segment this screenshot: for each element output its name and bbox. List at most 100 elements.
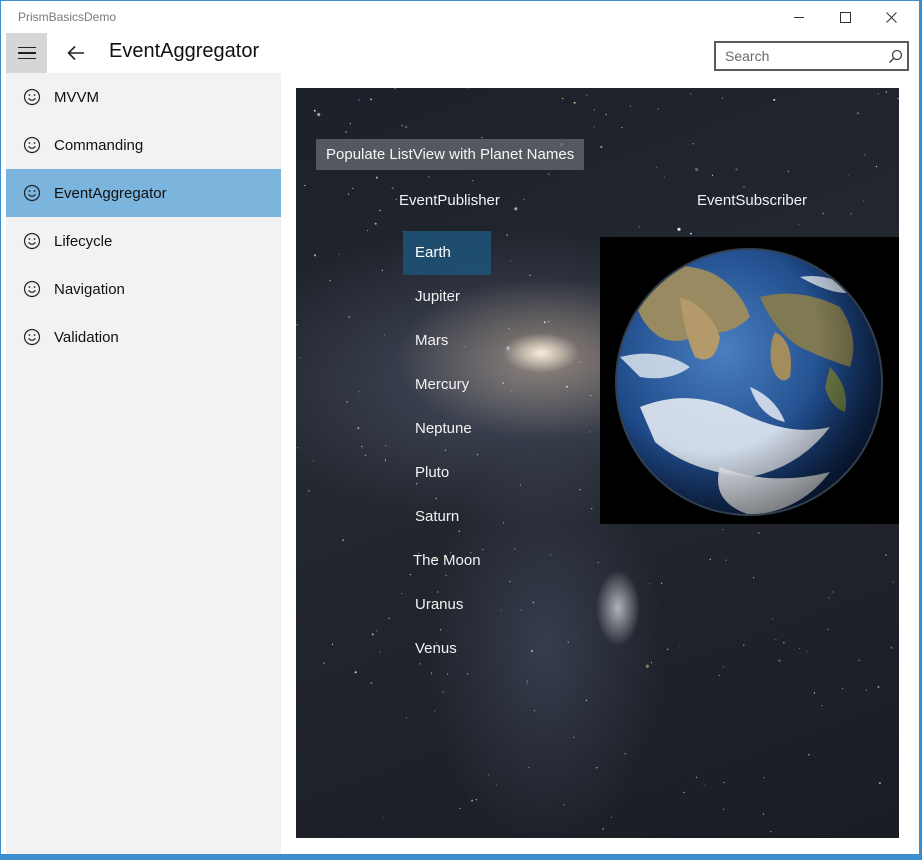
star xyxy=(600,145,603,148)
search-icon[interactable] xyxy=(888,49,903,64)
back-button[interactable] xyxy=(59,37,93,69)
star xyxy=(416,483,418,485)
star xyxy=(520,609,522,611)
star xyxy=(663,176,665,178)
star xyxy=(401,592,403,595)
star xyxy=(813,692,816,694)
star xyxy=(481,136,483,139)
star xyxy=(523,198,525,201)
star xyxy=(591,508,593,510)
star xyxy=(466,673,469,675)
star xyxy=(348,316,350,318)
star xyxy=(753,577,755,579)
star xyxy=(528,766,530,769)
sidebar-item-validation[interactable]: Validation xyxy=(6,313,281,361)
star xyxy=(297,447,299,449)
star xyxy=(529,274,531,276)
star xyxy=(466,88,468,89)
star xyxy=(864,154,866,156)
star xyxy=(374,222,377,225)
planet-name: Neptune xyxy=(415,420,472,437)
star xyxy=(573,736,575,738)
star xyxy=(695,776,697,778)
star xyxy=(718,674,720,676)
star xyxy=(743,644,745,646)
star xyxy=(722,808,725,810)
star xyxy=(550,554,552,556)
sidebar-item-mvvm[interactable]: MVVM xyxy=(6,73,281,121)
search-box[interactable] xyxy=(714,41,909,71)
star xyxy=(472,180,474,182)
star xyxy=(890,646,893,649)
star xyxy=(566,385,568,388)
star xyxy=(502,522,505,524)
sidebar-item-lifecycle[interactable]: Lifecycle xyxy=(6,217,281,265)
star xyxy=(649,583,651,585)
star xyxy=(885,91,887,93)
star xyxy=(459,807,461,810)
close-button[interactable] xyxy=(868,1,914,33)
star xyxy=(364,454,367,456)
back-arrow-icon xyxy=(67,45,84,61)
star xyxy=(563,804,565,806)
star xyxy=(500,609,502,611)
star xyxy=(510,390,512,392)
star xyxy=(431,672,433,674)
sidebar-item-label: Navigation xyxy=(54,280,125,298)
star xyxy=(832,591,834,593)
star xyxy=(725,559,727,561)
populate-listview-button[interactable]: Populate ListView with Planet Names xyxy=(316,139,585,170)
planet-name: Earth xyxy=(415,244,451,261)
star xyxy=(771,618,774,620)
star xyxy=(475,799,477,801)
star xyxy=(683,791,685,793)
star xyxy=(446,673,449,675)
star xyxy=(304,184,306,187)
sidebar-item-label: Lifecycle xyxy=(54,232,113,250)
star xyxy=(877,686,880,688)
star xyxy=(312,460,315,462)
star xyxy=(822,212,824,214)
star xyxy=(629,105,631,107)
star xyxy=(526,680,528,682)
minimize-button[interactable] xyxy=(776,1,822,33)
star xyxy=(856,112,859,115)
star xyxy=(349,123,351,125)
page-title: EventAggregator xyxy=(109,40,260,62)
star xyxy=(689,232,692,235)
planet-name: The Moon xyxy=(413,552,481,569)
star xyxy=(877,93,879,95)
star xyxy=(605,113,607,115)
star xyxy=(828,597,830,599)
star xyxy=(897,98,899,100)
sidebar-item-navigation[interactable]: Navigation xyxy=(6,265,281,313)
star xyxy=(514,548,516,550)
star xyxy=(323,662,325,664)
maximize-button[interactable] xyxy=(822,1,868,33)
star xyxy=(827,628,829,631)
planet-name: Mercury xyxy=(415,376,470,393)
title-bar: PrismBasicsDemo xyxy=(1,1,919,33)
star xyxy=(548,320,550,322)
star xyxy=(850,213,852,215)
star xyxy=(526,682,528,685)
sidebar-item-commanding[interactable]: Commanding xyxy=(6,121,281,169)
star xyxy=(847,175,849,177)
star xyxy=(596,767,598,769)
planet-name: Pluto xyxy=(415,464,450,481)
event-subscriber-header: EventSubscriber xyxy=(697,192,808,209)
sidebar-item-eventaggregator[interactable]: EventAggregator xyxy=(6,169,281,217)
star xyxy=(762,813,764,815)
star xyxy=(892,581,894,583)
star xyxy=(862,200,865,202)
planet-name: Venus xyxy=(415,640,457,657)
star xyxy=(782,641,785,644)
star xyxy=(661,582,663,584)
search-input[interactable] xyxy=(725,48,885,64)
planet-list-item[interactable]: Earth xyxy=(403,231,491,275)
star xyxy=(307,489,310,492)
hamburger-menu-button[interactable] xyxy=(6,33,47,73)
star xyxy=(841,688,844,690)
star xyxy=(419,663,421,665)
star xyxy=(444,449,447,451)
